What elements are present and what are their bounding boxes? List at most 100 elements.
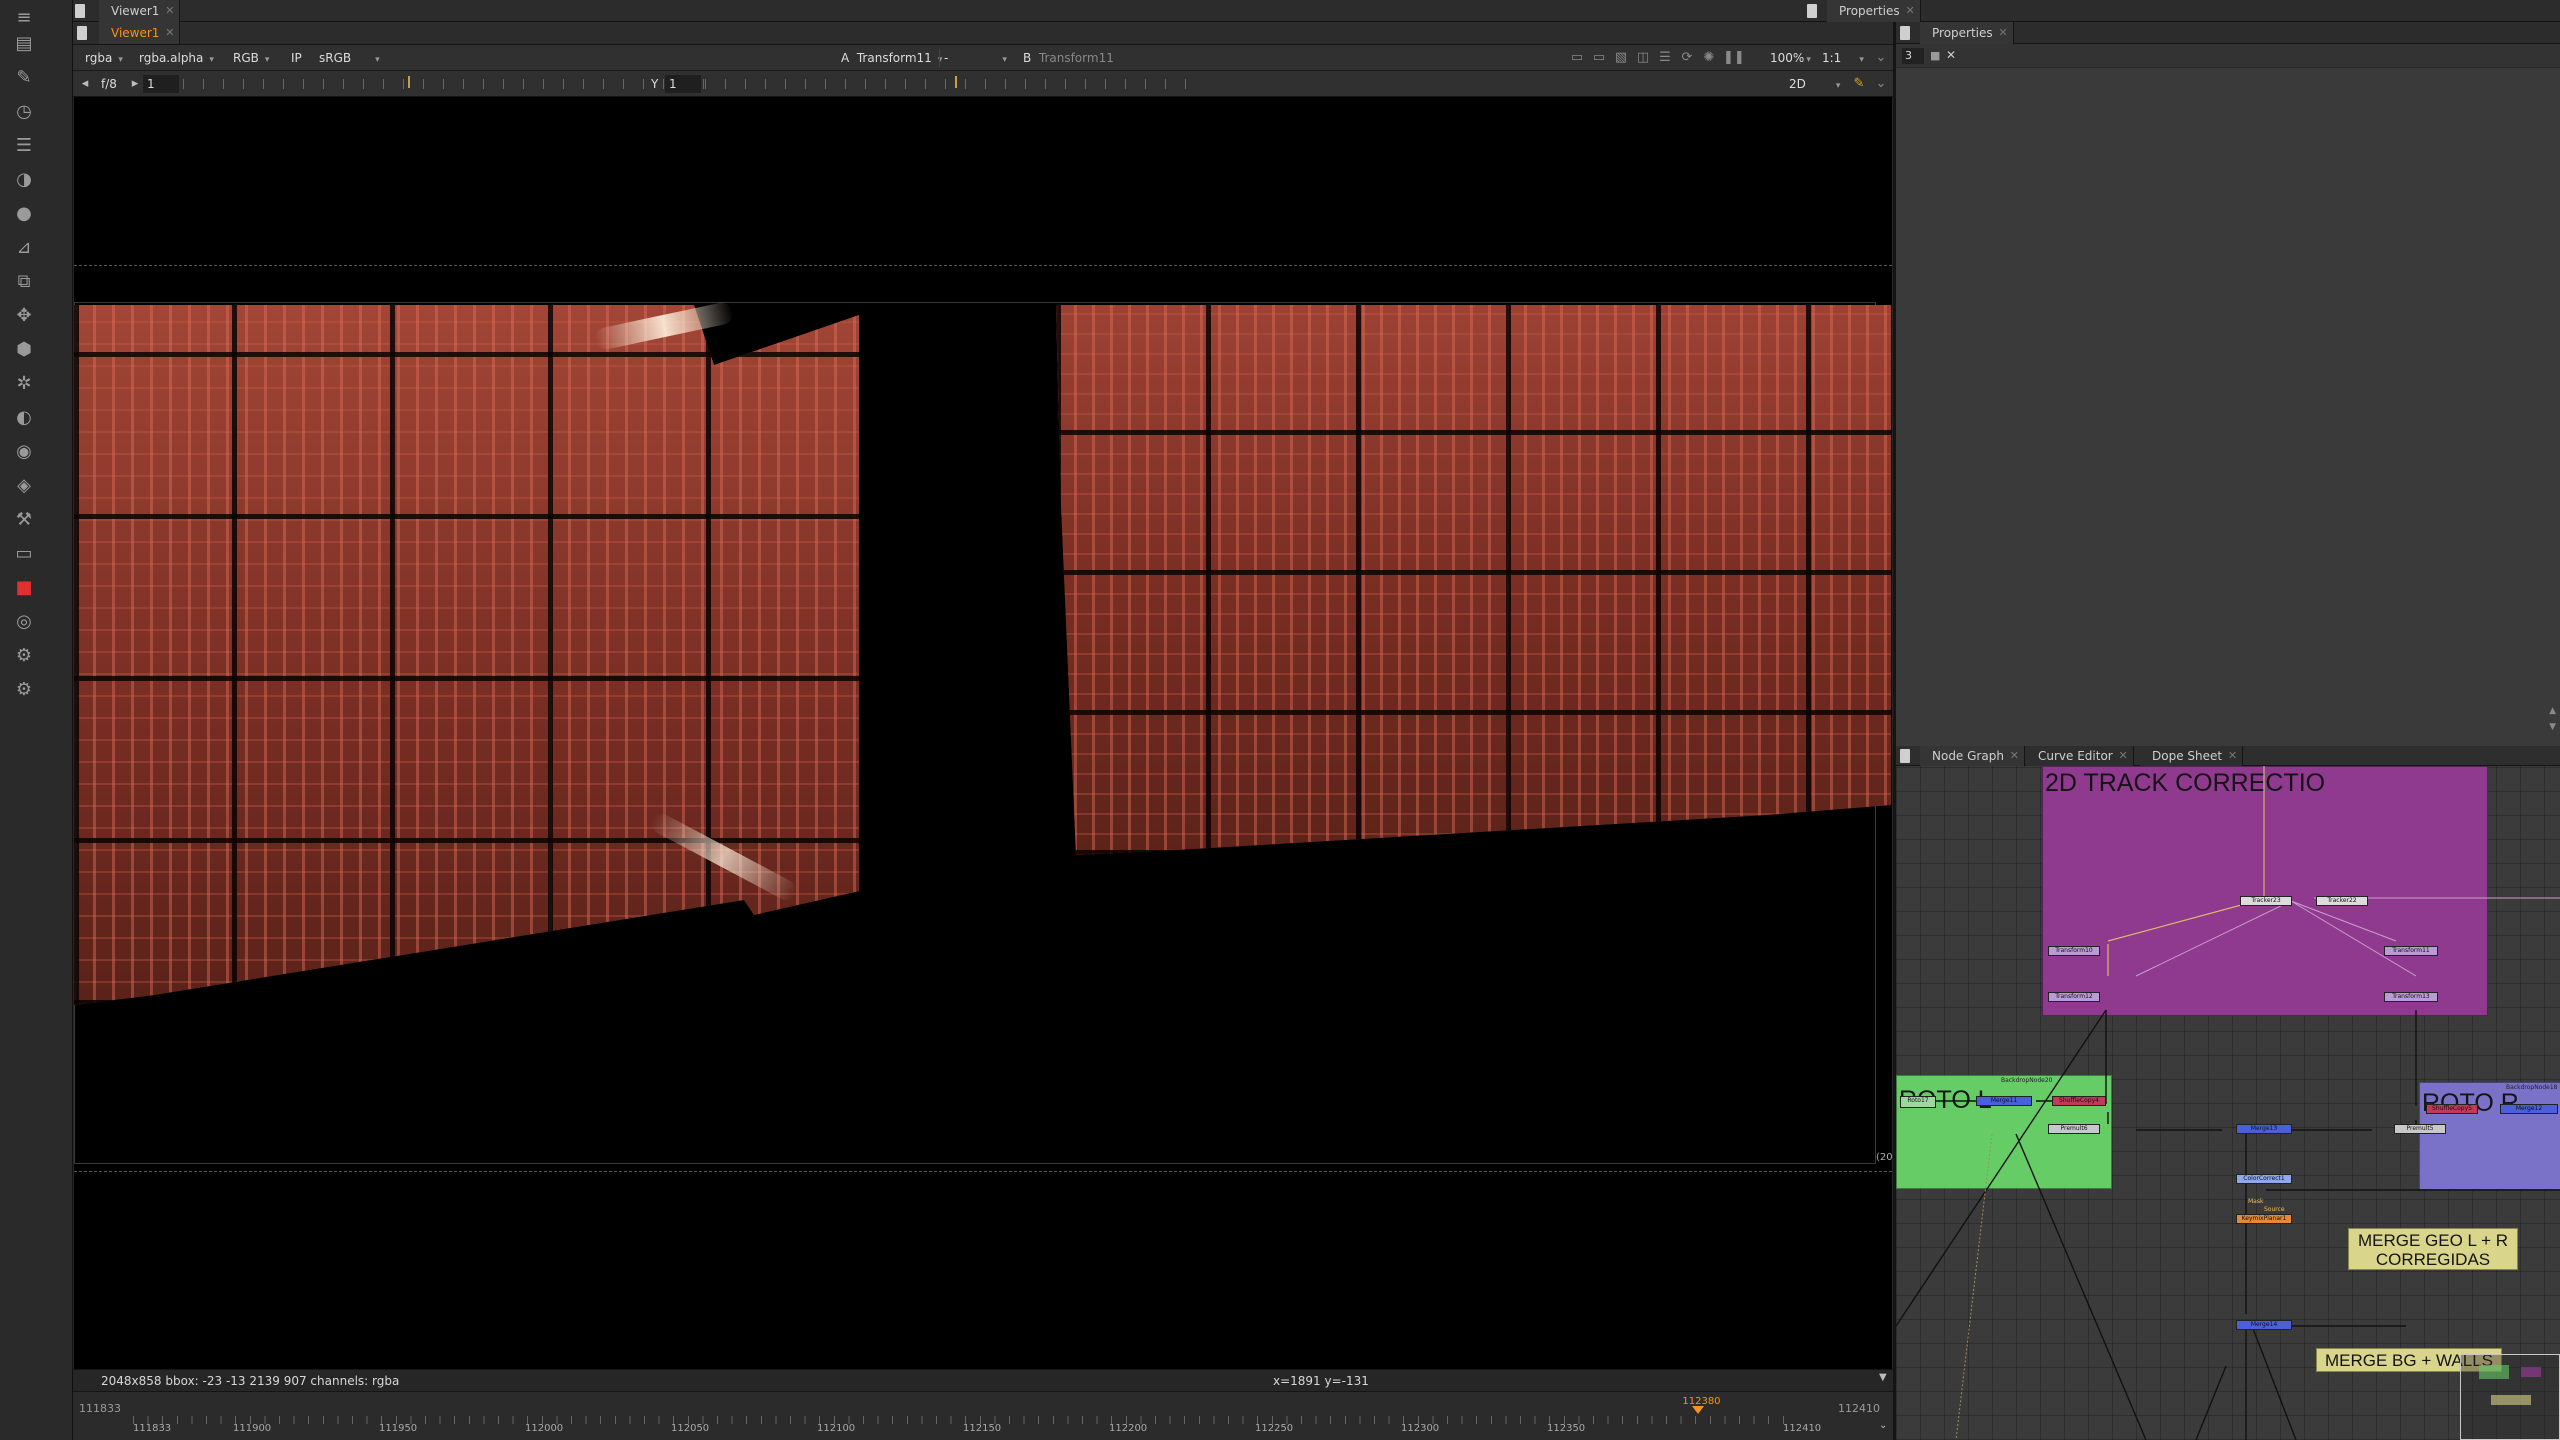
toolsets-icon[interactable]: ⚒ <box>11 506 37 532</box>
node-transform-a[interactable]: Transform10 <box>2048 946 2100 956</box>
3d-node-icon[interactable]: ⬢ <box>11 336 37 362</box>
roi-icon[interactable]: ▭ <box>1569 50 1585 66</box>
gain-slider[interactable] <box>183 79 713 89</box>
deep-node-icon[interactable]: ◐ <box>11 404 37 430</box>
menu-icon[interactable]: ≡ <box>11 4 37 30</box>
node-merge-geo[interactable]: Merge13 <box>2236 1124 2292 1134</box>
safe-area-icon[interactable]: ▭ <box>1591 50 1607 66</box>
close-icon[interactable]: ✕ <box>165 0 174 22</box>
zebra-icon[interactable]: ▧ <box>1613 50 1629 66</box>
node-grade[interactable]: ColorCorrect1 <box>2236 1174 2292 1184</box>
graph-navigator[interactable] <box>2460 1354 2560 1440</box>
scroll-up-icon[interactable]: ▲ <box>2549 706 2556 716</box>
node-graph-canvas[interactable]: 2D TRACK CORRECTIO ROTO L BackdropNode20… <box>1896 766 2560 1440</box>
sticky-merge-geo[interactable]: MERGE GEO L + R CORREGIDAS <box>2348 1228 2518 1270</box>
fstop-decrease-icon[interactable]: ◂ <box>77 76 93 92</box>
scroll-down-icon[interactable]: ▼ <box>2549 722 2556 732</box>
lut-dropdown[interactable]: sRGB ▾ <box>315 49 380 67</box>
keyer-node-icon[interactable]: ⊿ <box>11 234 37 260</box>
timeline-start[interactable]: 111833 <box>79 1402 121 1415</box>
particles-node-icon[interactable]: ✲ <box>11 370 37 396</box>
channel-node-icon[interactable]: ☰ <box>11 132 37 158</box>
node-transform-d[interactable]: Transform13 <box>2384 992 2438 1002</box>
chevron-down-icon[interactable]: ⌄ <box>1873 50 1889 66</box>
panel-grip-icon[interactable] <box>75 4 85 18</box>
refresh-icon[interactable]: ⟳ <box>1679 50 1695 66</box>
fstop-value[interactable]: f/8 <box>97 75 117 93</box>
node-transform-c[interactable]: Transform12 <box>2048 992 2100 1002</box>
ip-toggle[interactable]: IP <box>287 49 302 67</box>
node-transform-b[interactable]: Transform11 <box>2384 946 2438 956</box>
channels-dropdown[interactable]: rgba ▾ <box>81 49 123 67</box>
close-icon[interactable]: ✕ <box>165 22 174 44</box>
color-node-icon[interactable]: ◑ <box>11 166 37 192</box>
close-icon[interactable]: ✕ <box>2010 746 2019 766</box>
alpha-channel-dropdown[interactable]: rgba.alpha ▾ <box>135 49 214 67</box>
plugin-b-icon[interactable]: ⚙ <box>11 642 37 668</box>
node-merge-bg[interactable]: Merge14 <box>2236 1320 2292 1330</box>
max-panels-field[interactable]: 3 <box>1902 48 1924 64</box>
image-node-icon[interactable]: ▤ <box>11 30 37 56</box>
input-a-selector[interactable]: A Transform11 ▾ <box>837 49 942 67</box>
furnace-node-icon[interactable]: ■ <box>11 574 37 600</box>
chevron-down-icon[interactable]: ⌄ <box>1879 1420 1887 1431</box>
node-premult-l[interactable]: Premult6 <box>2048 1124 2100 1134</box>
pause-icon[interactable]: ❚❚ <box>1723 50 1745 66</box>
views-node-icon[interactable]: ◉ <box>11 438 37 464</box>
tab-node-graph[interactable]: Node Graph ✕ <box>1920 746 2025 766</box>
proxy-dropdown[interactable]: 1:1 ▾ <box>1818 49 1864 67</box>
gamma-slider-handle[interactable] <box>955 76 957 88</box>
timeline-playhead[interactable] <box>1692 1406 1705 1414</box>
metadata-node-icon[interactable]: ◈ <box>11 472 37 498</box>
plugin-a-icon[interactable]: ◎ <box>11 608 37 634</box>
node-tracker-b[interactable]: Tracker22 <box>2316 896 2368 906</box>
merge-node-icon[interactable]: ⧉ <box>11 268 37 294</box>
tab-viewer-outer[interactable]: Viewer1 ✕ <box>99 0 181 22</box>
other-node-icon[interactable]: ▭ <box>11 540 37 566</box>
timeline-end[interactable]: 112410 <box>1838 1402 1880 1415</box>
chevron-down-icon[interactable]: ▼ <box>1879 1372 1887 1383</box>
plugin-c-icon[interactable]: ⚙ <box>11 676 37 702</box>
panel-grip-icon[interactable] <box>1900 749 1910 763</box>
draw-node-icon[interactable]: ✎ <box>11 64 37 90</box>
zoom-dropdown[interactable]: 100% ▾ <box>1766 49 1811 67</box>
node-roto-l[interactable]: Roto17 <box>1900 1096 1936 1108</box>
tab-dope-sheet[interactable]: Dope Sheet ✕ <box>2140 746 2244 766</box>
fstop-increase-icon[interactable]: ▸ <box>127 76 143 92</box>
filter-node-icon[interactable]: ● <box>11 200 37 226</box>
gain-slider-handle[interactable] <box>408 76 410 88</box>
tab-curve-editor[interactable]: Curve Editor ✕ <box>2026 746 2134 766</box>
node-keymix[interactable]: KeymixPlanar1 <box>2236 1214 2292 1224</box>
clear-panels-icon[interactable]: ✕ <box>1946 48 1956 62</box>
close-icon[interactable]: ✕ <box>1905 0 1914 22</box>
gamma-field[interactable]: 1 <box>665 75 701 93</box>
input-b-selector[interactable]: B Transform11 <box>1019 49 1114 67</box>
panel-grip-icon[interactable] <box>1900 26 1910 40</box>
node-shuffle-r[interactable]: ShuffleCopy5 <box>2426 1104 2478 1114</box>
chevron-down-icon[interactable]: ⌄ <box>1873 76 1889 92</box>
view-mode-dropdown[interactable]: 2D ▾ <box>1785 75 1840 93</box>
tab-properties-outer[interactable]: Properties ✕ <box>1827 0 1921 22</box>
node-merge-l[interactable]: Merge11 <box>1976 1096 2032 1106</box>
close-icon[interactable]: ✕ <box>1998 22 2007 44</box>
tab-viewer-inner[interactable]: Viewer1 ✕ <box>99 22 181 44</box>
timeline[interactable]: 111833 112410 111833 111900 111950 112000 1… <box>73 1391 1893 1440</box>
time-node-icon[interactable]: ◷ <box>11 98 37 124</box>
node-premult-r[interactable]: Premult5 <box>2394 1124 2446 1134</box>
lock-icon[interactable]: ■ <box>1930 49 1940 62</box>
overlay-icon[interactable]: ◫ <box>1635 50 1651 66</box>
panel-grip-icon[interactable] <box>1807 4 1817 18</box>
gpu-icon[interactable]: ✺ <box>1701 50 1717 66</box>
close-icon[interactable]: ✕ <box>2228 746 2237 766</box>
display-mode-dropdown[interactable]: RGB ▾ <box>229 49 269 67</box>
gain-field[interactable]: 1 <box>143 75 179 93</box>
transform-node-icon[interactable]: ✥ <box>11 302 37 328</box>
node-merge-r[interactable]: Merge12 <box>2500 1104 2558 1114</box>
close-icon[interactable]: ✕ <box>2119 746 2128 766</box>
node-shuffle-l[interactable]: ShuffleCopy4 <box>2052 1096 2106 1106</box>
tab-properties-inner[interactable]: Properties ✕ <box>1920 22 2014 44</box>
guides-icon[interactable]: ☰ <box>1657 50 1673 66</box>
viewer-canvas[interactable]: (20 <box>74 97 1892 1369</box>
panel-grip-icon[interactable] <box>77 26 87 40</box>
node-tracker-a[interactable]: Tracker23 <box>2240 896 2292 906</box>
